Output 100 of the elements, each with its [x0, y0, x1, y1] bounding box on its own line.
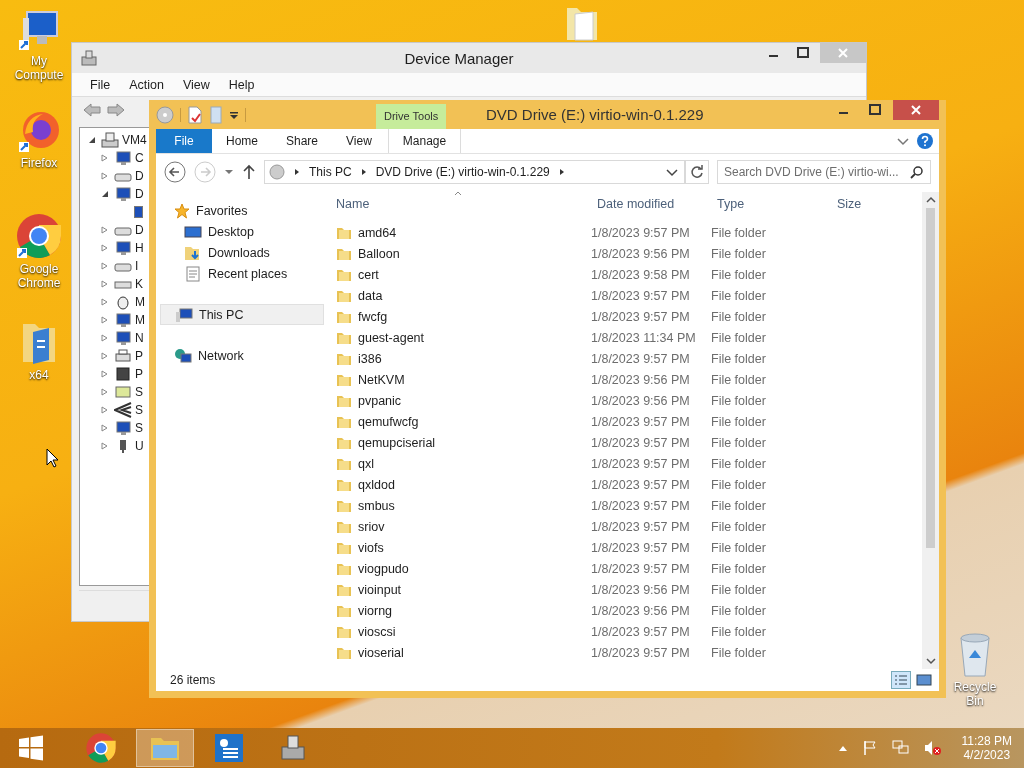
tree-item-label[interactable]: VM4 [122, 133, 147, 147]
recent-locations-icon[interactable] [224, 168, 234, 176]
breadcrumb[interactable]: This PC [309, 165, 352, 179]
flag-icon[interactable] [861, 740, 878, 756]
chevron-right-icon[interactable] [293, 168, 301, 176]
file-name[interactable]: amd64 [358, 225, 397, 240]
file-tab[interactable]: File [156, 129, 212, 153]
file-name[interactable]: qxl [358, 456, 374, 471]
menu-item[interactable]: Help [228, 77, 255, 92]
windows-logo-icon[interactable] [18, 735, 44, 761]
tree-item-label[interactable]: P [135, 367, 143, 381]
tree-item-label[interactable]: I [135, 259, 139, 273]
menu-item[interactable]: View [182, 77, 210, 92]
back-arrow-icon[interactable] [82, 102, 102, 118]
file-name[interactable]: Balloon [358, 246, 400, 261]
tree-item-label[interactable]: C [135, 151, 144, 165]
file-name[interactable]: pvpanic [358, 393, 402, 408]
file-type: File folder [711, 561, 767, 576]
large-icons-view-icon[interactable] [915, 671, 933, 689]
chrome-icon[interactable] [15, 212, 63, 260]
nav-item[interactable]: Desktop [160, 221, 324, 242]
file-name[interactable]: cert [358, 267, 379, 282]
file-name[interactable]: vioserial [358, 645, 404, 660]
tree-item-label[interactable]: P [135, 349, 143, 363]
expand-toggle-icon[interactable] [101, 189, 111, 199]
tree-item-label[interactable]: H [135, 241, 144, 255]
nav-item[interactable]: Recent places [160, 263, 324, 284]
firefox-icon[interactable] [17, 110, 61, 154]
file-name[interactable]: NetKVM [358, 372, 405, 387]
address-bar[interactable]: This PC DVD Drive (E:) virtio-win-0.1.229 [264, 160, 685, 184]
scroll-up-icon[interactable] [925, 196, 936, 204]
column-header[interactable]: Name [330, 197, 591, 211]
file-name[interactable]: qxldod [358, 477, 395, 492]
file-name[interactable]: qemufwcfg [358, 414, 419, 429]
tree-item-label[interactable]: M [135, 313, 145, 327]
network-icon[interactable] [891, 740, 910, 756]
menu-item[interactable]: File [90, 77, 111, 92]
tree-item-label[interactable]: D [135, 223, 144, 237]
nav-item[interactable]: Downloads [160, 242, 324, 263]
computer-device-icon [114, 150, 132, 166]
device-manager-icon [80, 49, 98, 67]
dropdown-icon[interactable] [229, 109, 239, 120]
up-arrow-icon[interactable] [242, 164, 256, 180]
tree-item-label[interactable]: S [135, 421, 143, 435]
breadcrumb[interactable]: DVD Drive (E:) virtio-win-0.1.229 [375, 165, 550, 179]
file-name[interactable]: data [358, 288, 383, 303]
tree-item-label[interactable]: K [135, 277, 143, 291]
menu-item[interactable]: Action [129, 77, 164, 92]
ribbon-tab[interactable]: View [332, 129, 386, 153]
file-name[interactable]: smbus [358, 498, 395, 513]
tree-item-label[interactable]: S [135, 403, 143, 417]
properties-icon[interactable] [187, 105, 203, 124]
chevron-right-icon[interactable] [557, 168, 566, 176]
refresh-icon[interactable] [685, 160, 709, 184]
file-name[interactable]: fwcfg [358, 309, 388, 324]
file-name[interactable]: viorng [358, 603, 393, 618]
file-name[interactable]: i386 [358, 351, 382, 366]
tree-item-label[interactable]: S [135, 385, 143, 399]
nav-item[interactable]: Network [160, 345, 324, 366]
back-icon[interactable] [164, 161, 186, 183]
network-device-icon [114, 330, 132, 346]
file-name[interactable]: vioinput [358, 582, 402, 597]
hid-device-icon [114, 240, 132, 256]
nav-item[interactable]: Favorites [160, 200, 324, 221]
chevron-right-icon[interactable] [359, 168, 368, 176]
volume-icon[interactable] [923, 740, 942, 756]
vertical-scrollbar[interactable] [922, 192, 939, 669]
chevron-down-icon[interactable] [666, 167, 678, 177]
details-view-icon[interactable] [891, 671, 911, 689]
show-hidden-icons-icon[interactable] [837, 744, 848, 752]
file-name[interactable]: qemupciserial [358, 435, 436, 450]
computer-icon [101, 132, 119, 148]
scroll-down-icon[interactable] [925, 657, 936, 665]
tree-item-label[interactable]: N [135, 331, 144, 345]
close-icon[interactable] [893, 100, 939, 120]
column-header[interactable]: Type [711, 197, 831, 211]
search-field[interactable]: Search DVD Drive (E:) virtio-wi... [717, 160, 931, 184]
file-name[interactable]: guest-agent [358, 330, 425, 345]
file-type: File folder [711, 435, 767, 450]
column-header[interactable]: Date modified [591, 197, 711, 211]
file-name[interactable]: sriov [358, 519, 385, 534]
help-icon[interactable] [917, 133, 933, 149]
file-name[interactable]: viogpudo [358, 561, 409, 576]
selected-nav-item[interactable]: This PC [160, 304, 324, 325]
tree-item-label[interactable]: D [135, 169, 144, 183]
tree-item-label[interactable]: D [135, 187, 144, 201]
ribbon-tab[interactable]: Share [272, 129, 333, 153]
computer-icon[interactable] [17, 8, 61, 52]
file-name[interactable]: vioscsi [358, 624, 396, 639]
column-header[interactable]: Size [831, 197, 911, 211]
forward-arrow-icon[interactable] [106, 102, 126, 118]
ribbon-tab[interactable]: Home [212, 129, 272, 153]
chevron-down-icon[interactable] [897, 136, 909, 146]
tree-item-label[interactable]: U [135, 439, 144, 453]
file-type: File folder [711, 288, 767, 303]
document-icon [184, 265, 202, 282]
expand-toggle-icon[interactable] [88, 135, 98, 145]
file-name[interactable]: viofs [358, 540, 384, 555]
search-icon[interactable] [910, 165, 924, 179]
tree-item-label[interactable]: M [135, 295, 145, 309]
